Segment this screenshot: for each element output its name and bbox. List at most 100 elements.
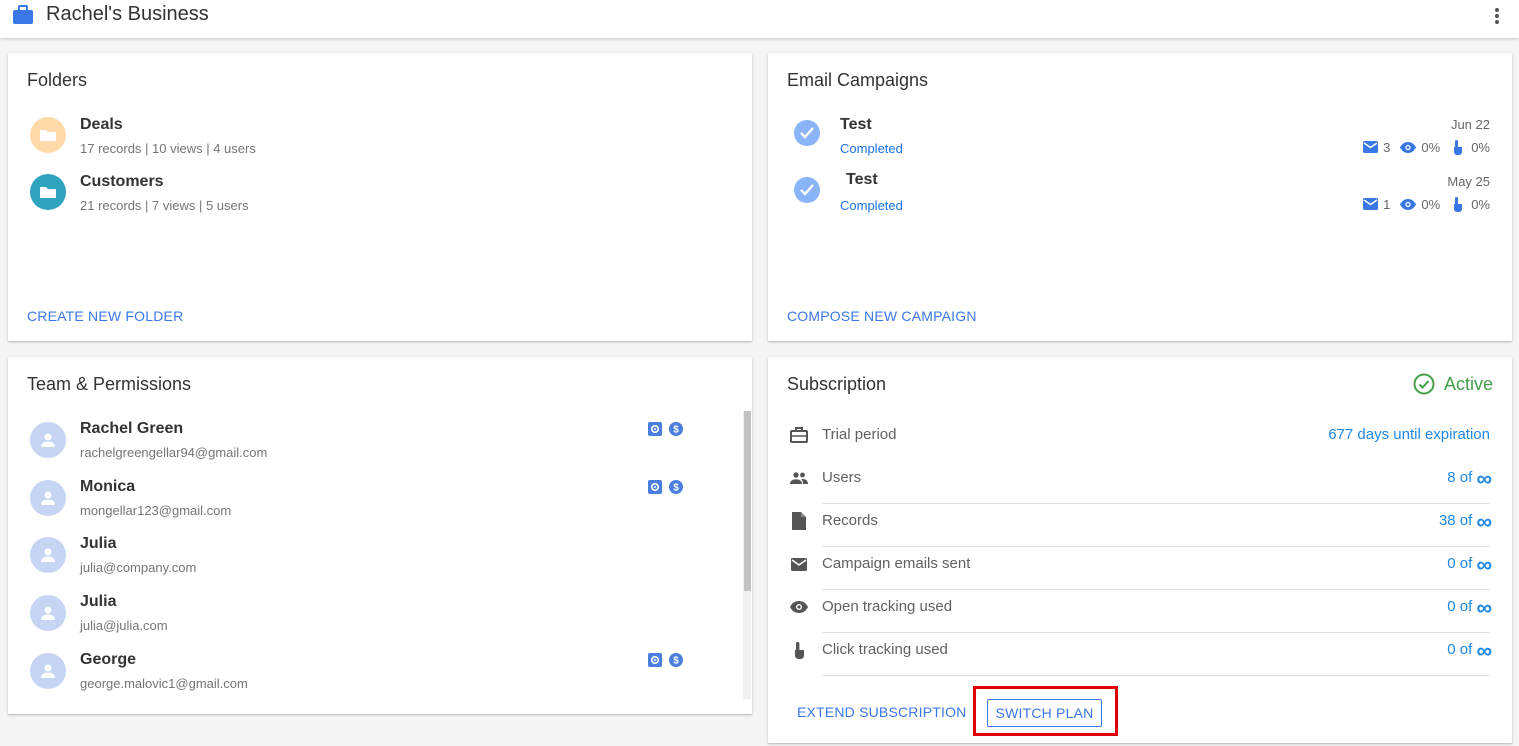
campaigns-title: Email Campaigns (787, 70, 929, 90)
compose-new-campaign-button[interactable]: COMPOSE NEW CAMPAIGN (787, 308, 977, 324)
campaign-date: Jun 22 (1450, 117, 1490, 132)
usage-count: 38 of (1438, 512, 1473, 529)
more-vert-icon[interactable] (1487, 6, 1507, 26)
folder-meta: 21 records | 7 views | 5 users (80, 198, 249, 213)
folders-title: Folders (27, 70, 88, 90)
team-member[interactable]: Monica mongellar123@gmail.com $ (30, 478, 720, 530)
folder-icon (30, 117, 66, 153)
infinity-symbol: ∞ (1476, 637, 1492, 663)
sub-label: Users (822, 469, 862, 486)
divider (822, 675, 1490, 676)
sub-value: 0 of ∞ (1447, 594, 1492, 620)
usage-count: 8 of (1447, 469, 1473, 486)
admin-gear-icon (648, 480, 662, 494)
admin-gear-icon (648, 653, 662, 667)
campaign-status: Completed (840, 141, 903, 156)
scrollbar-thumb[interactable] (744, 411, 751, 591)
usage-count: 0 of (1447, 555, 1473, 572)
member-name: Julia (80, 535, 117, 552)
check-circle-icon (1413, 373, 1435, 395)
member-permissions: $ (648, 480, 683, 494)
envelope-icon (1362, 196, 1378, 212)
email-campaigns-card: Email Campaigns Test Completed Jun 22 3 … (768, 53, 1512, 341)
envelope-icon (1362, 139, 1378, 155)
campaign-item[interactable]: Test Completed Jun 22 3 0% 0% (792, 116, 1492, 166)
member-name: Rachel Green (80, 420, 184, 437)
touch-icon (790, 641, 808, 659)
sub-row-campaign-emails: Campaign emails sent 0 of ∞ (788, 547, 1492, 590)
team-member[interactable]: Julia julia@julia.com (30, 593, 720, 645)
campaign-name: Test (846, 171, 878, 188)
briefcase-icon (12, 5, 34, 25)
member-email: julia@julia.com (80, 618, 168, 633)
campaign-name: Test (840, 116, 872, 133)
member-name: Monica (80, 478, 136, 495)
sub-row-click-tracking: Click tracking used 0 of ∞ (788, 633, 1492, 676)
folders-card: Folders Deals 17 records | 10 views | 4 … (8, 53, 752, 341)
campaign-item[interactable]: Test Completed May 25 1 0% 0% (792, 171, 1492, 223)
touch-icon (1450, 139, 1466, 155)
check-circle-icon (794, 177, 820, 203)
touch-icon (1450, 196, 1466, 212)
sub-label: Campaign emails sent (822, 555, 971, 572)
billing-dollar-icon: $ (669, 422, 683, 436)
admin-gear-icon (648, 422, 662, 436)
folder-item-deals[interactable]: Deals 17 records | 10 views | 4 users (28, 116, 728, 166)
click-rate: 0% (1471, 196, 1490, 212)
create-new-folder-button[interactable]: CREATE NEW FOLDER (27, 308, 183, 324)
member-email: george.malovic1@gmail.com (80, 676, 248, 691)
billing-dollar-icon: $ (669, 480, 683, 494)
sub-row-trial: Trial period 677 days until expiration (788, 418, 1490, 461)
folder-name: Customers (80, 173, 164, 190)
folder-name: Deals (80, 116, 123, 133)
click-rate: 0% (1471, 139, 1490, 155)
eye-icon (790, 598, 808, 616)
campaign-stats: 1 0% 0% (1362, 196, 1490, 212)
eye-icon (1400, 139, 1417, 155)
extend-subscription-button[interactable]: EXTEND SUBSCRIPTION (797, 704, 967, 720)
subscription-card: Subscription Active Trial period 677 day… (768, 357, 1512, 743)
people-icon (790, 469, 808, 487)
member-email: mongellar123@gmail.com (80, 503, 232, 518)
folder-item-customers[interactable]: Customers 21 records | 7 views | 5 users (28, 173, 728, 223)
switch-plan-button[interactable]: SWITCH PLAN (987, 699, 1102, 727)
avatar (30, 422, 66, 458)
sub-value: 38 of ∞ (1438, 508, 1492, 534)
team-member[interactable]: Julia julia@company.com (30, 535, 720, 587)
sub-label: Records (822, 512, 878, 529)
subscription-title: Subscription (787, 374, 887, 394)
team-member[interactable]: George george.malovic1@gmail.com $ (30, 651, 720, 703)
avatar (30, 595, 66, 631)
infinity-symbol: ∞ (1476, 508, 1492, 534)
briefcase-icon (790, 426, 808, 444)
member-email: julia@company.com (80, 560, 197, 575)
avatar (30, 480, 66, 516)
billing-dollar-icon: $ (669, 653, 683, 667)
avatar (30, 537, 66, 573)
member-name: George (80, 651, 137, 668)
page-title: Rachel's Business (46, 3, 209, 25)
open-rate: 0% (1421, 196, 1441, 212)
infinity-symbol: ∞ (1476, 594, 1492, 620)
member-permissions: $ (648, 653, 683, 667)
svg-text:$: $ (673, 656, 679, 667)
sent-count: 1 (1383, 196, 1391, 212)
team-title: Team & Permissions (27, 374, 192, 394)
svg-text:$: $ (673, 425, 679, 436)
open-rate: 0% (1421, 139, 1441, 155)
usage-count: 0 of (1447, 598, 1473, 615)
sub-row-users: Users 8 of ∞ (788, 461, 1492, 504)
document-icon (790, 512, 808, 530)
team-member[interactable]: Rachel Green rachelgreengellar94@gmail.c… (30, 420, 720, 472)
status-badge: Active (1413, 373, 1493, 395)
envelope-icon (790, 555, 808, 573)
check-circle-icon (794, 120, 820, 146)
sub-label: Trial period (822, 426, 897, 443)
campaign-stats: 3 0% 0% (1362, 139, 1490, 155)
folder-meta: 17 records | 10 views | 4 users (80, 141, 256, 156)
usage-count: 0 of (1447, 641, 1473, 658)
team-scrollbar[interactable] (743, 411, 751, 699)
sub-value: 8 of ∞ (1447, 467, 1492, 489)
member-name: Julia (80, 593, 117, 610)
svg-text:$: $ (673, 483, 679, 494)
